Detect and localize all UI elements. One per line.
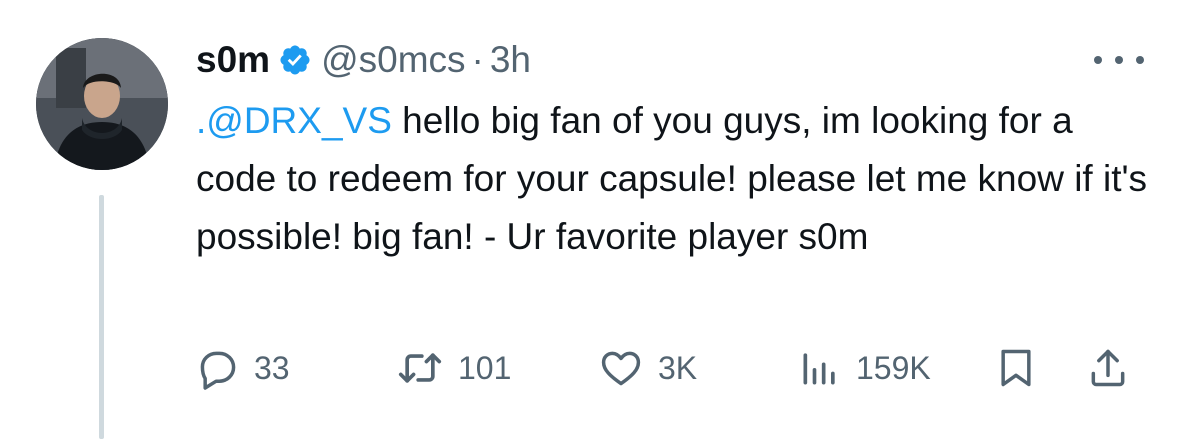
share-button[interactable] bbox=[1086, 338, 1130, 398]
reply-icon bbox=[200, 351, 236, 390]
views-icon bbox=[803, 353, 835, 385]
mention-link[interactable]: .@DRX_VS bbox=[196, 100, 392, 141]
repost-button[interactable]: 101 bbox=[396, 338, 511, 398]
action-bar: 33 101 3K 159K bbox=[0, 338, 1179, 398]
repost-count: 101 bbox=[458, 349, 512, 386]
reply-button[interactable]: 33 bbox=[196, 338, 290, 398]
share-icon bbox=[1091, 349, 1125, 387]
like-icon bbox=[601, 351, 641, 386]
views-count: 159K bbox=[856, 349, 931, 386]
user-handle[interactable]: @s0mcs bbox=[321, 39, 465, 81]
more-options-icon[interactable] bbox=[1094, 48, 1144, 72]
separator-dot: · bbox=[471, 39, 484, 80]
repost-icon bbox=[398, 353, 442, 383]
bookmark-icon bbox=[1001, 349, 1031, 387]
display-name[interactable]: s0m bbox=[196, 39, 270, 81]
views-button[interactable]: 159K bbox=[798, 338, 931, 398]
reply-count: 33 bbox=[254, 349, 290, 386]
thread-connector-line bbox=[99, 195, 104, 439]
tweet-header: s0m @s0mcs · 3h bbox=[196, 34, 531, 86]
verified-badge-icon[interactable] bbox=[278, 43, 312, 77]
tweet-timestamp[interactable]: 3h bbox=[490, 39, 531, 81]
tweet-text: .@DRX_VS hello big fan of you guys, im l… bbox=[196, 92, 1156, 266]
like-count: 3K bbox=[658, 349, 698, 386]
avatar-photo bbox=[36, 38, 168, 170]
like-button[interactable]: 3K bbox=[598, 338, 697, 398]
bookmark-button[interactable] bbox=[994, 338, 1038, 398]
profile-avatar[interactable] bbox=[36, 38, 168, 170]
